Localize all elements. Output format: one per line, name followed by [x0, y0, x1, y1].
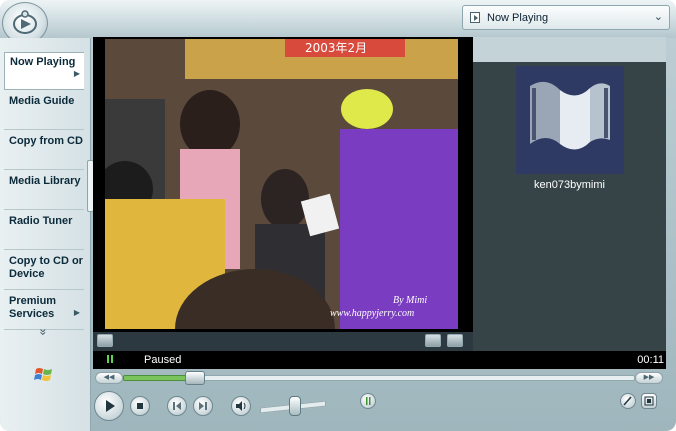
taskbar-item-label: Copy from CD: [9, 135, 83, 147]
player-window: Now Playing ⌄ Now Playing ▶ Media Guide …: [0, 0, 676, 431]
media-thumbnail[interactable]: [516, 66, 624, 174]
taskbar-item-radio-tuner[interactable]: Radio Tuner: [4, 212, 84, 250]
taskbar-item-premium-services[interactable]: Premium Services ▶: [4, 292, 84, 330]
more-items-icon[interactable]: »: [36, 329, 50, 336]
chevron-right-icon: ▶: [73, 69, 80, 78]
pause-status-icon: [107, 355, 113, 363]
view-selector-label: Now Playing: [487, 12, 549, 24]
play-icon: [106, 400, 115, 412]
playback-status: Paused: [144, 354, 182, 366]
next-icon: [199, 402, 207, 410]
playlist-header: [473, 37, 666, 62]
compact-mode-button[interactable]: [641, 393, 657, 409]
speaker-icon: [236, 401, 246, 411]
chevron-right-icon: ▶: [73, 308, 80, 317]
media-title[interactable]: ken073bymimi: [473, 179, 666, 191]
previous-icon: [173, 402, 181, 410]
stop-button[interactable]: [130, 396, 150, 416]
stop-icon: [137, 403, 143, 409]
next-button[interactable]: [193, 396, 213, 416]
volume-slider-thumb[interactable]: [289, 396, 301, 416]
view-selector[interactable]: Now Playing ⌄: [462, 5, 670, 30]
shuffle-button[interactable]: [360, 393, 376, 409]
play-button[interactable]: [94, 391, 124, 421]
taskbar-item-label: Now Playing: [10, 56, 76, 68]
windows-logo-icon: [34, 368, 52, 381]
equalizer-button[interactable]: [620, 393, 636, 409]
equalizer-icon: [623, 396, 632, 406]
video-area: 2003年2月 By Mimi www.happyjerry.com: [93, 37, 473, 351]
full-screen-toggle-icon[interactable]: [97, 334, 113, 347]
taskbar-item-label: Copy to CD or Device: [9, 255, 83, 280]
video-banner-text: 2003年2月: [305, 41, 367, 55]
chevron-down-icon[interactable]: ⌄: [654, 10, 663, 23]
features-taskbar: Now Playing ▶ Media Guide Copy from CD M…: [0, 38, 91, 431]
video-control-bar: [93, 332, 473, 351]
film-strip-icon: [516, 66, 624, 174]
shuffle-icon: [366, 397, 371, 405]
previous-button[interactable]: [167, 396, 187, 416]
taskbar-item-label: Premium Services: [9, 295, 57, 320]
video-settings-icon[interactable]: [425, 334, 441, 347]
taskbar-item-media-guide[interactable]: Media Guide: [4, 92, 84, 130]
taskbar-item-now-playing[interactable]: Now Playing ▶: [4, 52, 84, 90]
video-frame[interactable]: 2003年2月 By Mimi www.happyjerry.com: [105, 39, 458, 329]
taskbar-item-label: Media Library: [9, 175, 81, 187]
seek-progress: [123, 375, 191, 381]
seek-back-icon[interactable]: ◀◀: [95, 372, 123, 384]
fit-video-icon[interactable]: [447, 334, 463, 347]
video-watermark-line1: By Mimi: [393, 295, 427, 306]
taskbar-item-media-library[interactable]: Media Library: [4, 172, 84, 210]
taskbar-item-copy-to-cd[interactable]: Copy to CD or Device: [4, 252, 84, 290]
seek-slider-thumb[interactable]: [185, 371, 205, 385]
seek-forward-icon[interactable]: ▶▶: [635, 372, 663, 384]
elapsed-time: 00:11: [637, 354, 664, 366]
seek-bar[interactable]: ◀◀ ▶▶: [93, 370, 666, 386]
compact-mode-icon: [644, 396, 654, 406]
mute-button[interactable]: [231, 396, 251, 416]
now-playing-icon: [470, 12, 480, 23]
taskbar-item-label: Media Guide: [9, 95, 75, 107]
taskbar-item-copy-from-cd[interactable]: Copy from CD: [4, 132, 84, 170]
taskbar-item-label: Radio Tuner: [9, 215, 73, 227]
video-watermark-line2: www.happyjerry.com: [330, 308, 414, 319]
